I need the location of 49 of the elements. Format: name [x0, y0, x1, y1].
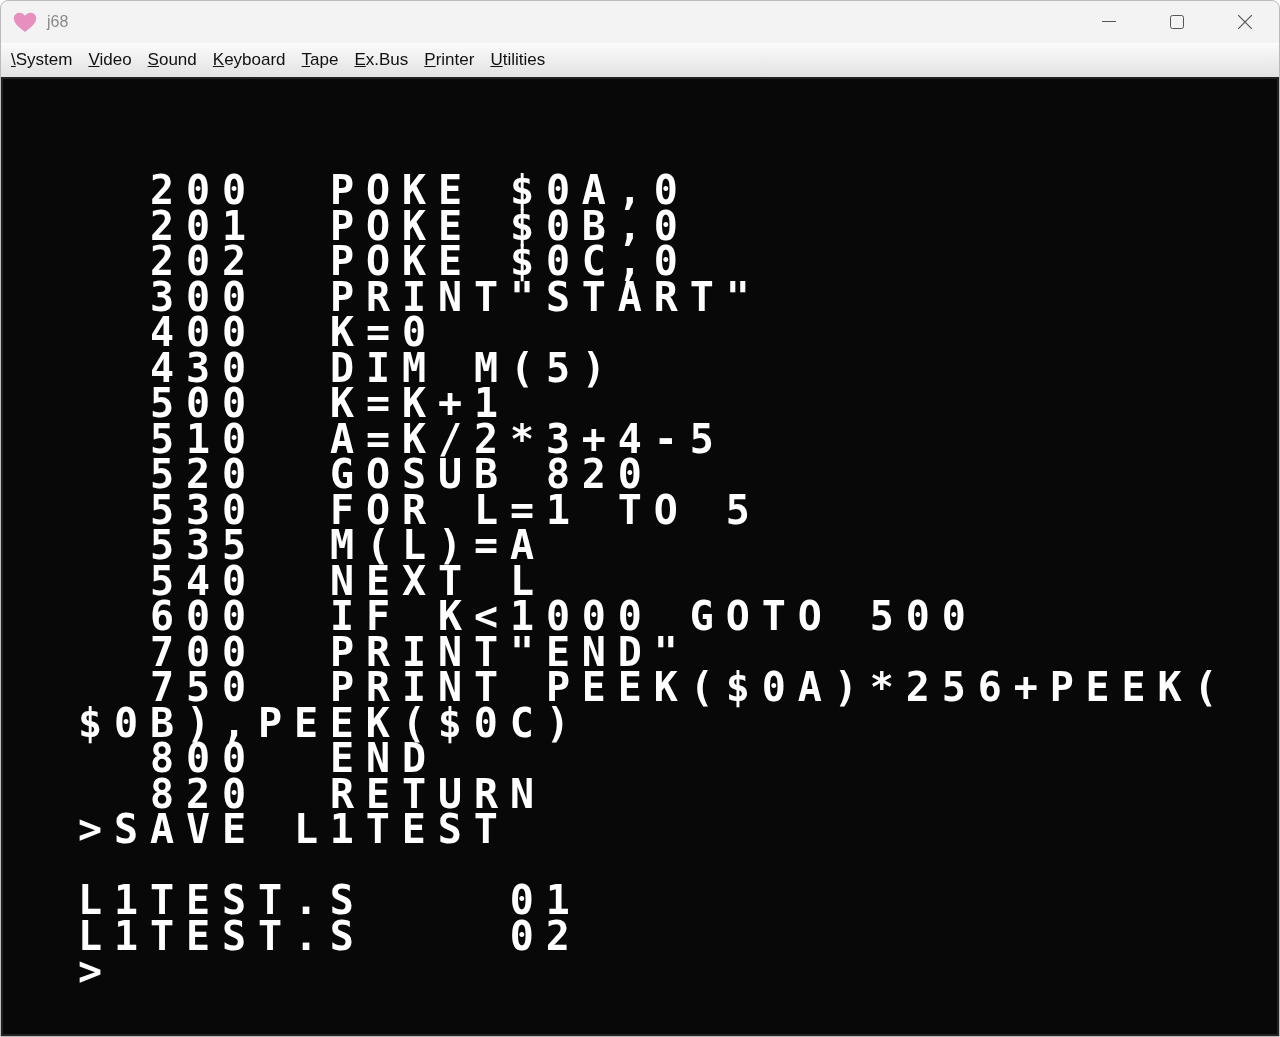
console-text: L1TEST.S 02	[78, 918, 582, 954]
menu-item[interactable]: Tape	[295, 48, 349, 72]
line-number: 520	[150, 457, 259, 493]
maximize-icon	[1170, 15, 1184, 29]
line-number: 300	[150, 279, 259, 315]
menu-item[interactable]: Printer	[418, 48, 485, 72]
line-number: 600	[150, 599, 259, 635]
code-text: DIM M(5)	[330, 350, 618, 386]
code-text: M(L)=A	[330, 528, 546, 564]
line-number: 530	[150, 492, 259, 528]
code-text: POKE $0C,0	[330, 244, 690, 280]
line-number: 535	[150, 528, 259, 564]
minimize-icon	[1102, 21, 1116, 23]
code-text: PRINT PEEK($0A)*256+PEEK(	[330, 670, 1230, 706]
code-text: POKE $0A,0	[330, 173, 690, 209]
code-text: A=K/2*3+4-5	[330, 421, 726, 457]
code-text: FOR L=1 TO 5	[330, 492, 762, 528]
console-text: >SAVE L1TEST	[78, 812, 510, 848]
line-number: 430	[150, 350, 259, 386]
console-text: >	[78, 954, 114, 990]
code-text: PRINT"END"	[330, 634, 690, 670]
menu-item[interactable]: \System	[5, 48, 83, 72]
code-text: K=0	[330, 315, 438, 351]
heart-icon	[13, 11, 37, 33]
line-number: 510	[150, 421, 259, 457]
code-text: PRINT"START"	[330, 279, 762, 315]
menu-item[interactable]: Video	[82, 48, 142, 72]
code-text: GOSUB 820	[330, 457, 654, 493]
menu-item[interactable]: Utilities	[484, 48, 556, 72]
menu-item[interactable]: Keyboard	[206, 48, 296, 72]
line-number: 200	[150, 173, 259, 209]
line-number: 700	[150, 634, 259, 670]
menu-item[interactable]: Sound	[141, 48, 207, 72]
line-number: 202	[150, 244, 259, 280]
code-text: POKE $0B,0	[330, 208, 690, 244]
line-number: 201	[150, 208, 259, 244]
code-text: K=K+1	[330, 386, 510, 422]
line-number: 750	[150, 670, 258, 706]
code-text: RETURN	[330, 776, 546, 812]
line-number: 500	[150, 386, 259, 422]
console-text: L1TEST.S 01	[78, 883, 582, 919]
code-text: IF K<1000 GOTO 500	[330, 599, 978, 635]
line-number: 820	[150, 776, 259, 812]
code-text: END	[330, 741, 438, 777]
line-number: 540	[150, 563, 259, 599]
menu-item[interactable]: Ex.Bus	[348, 48, 419, 72]
close-icon	[1238, 15, 1252, 29]
window-title: j68	[47, 13, 69, 31]
line-number: 400	[150, 315, 259, 351]
